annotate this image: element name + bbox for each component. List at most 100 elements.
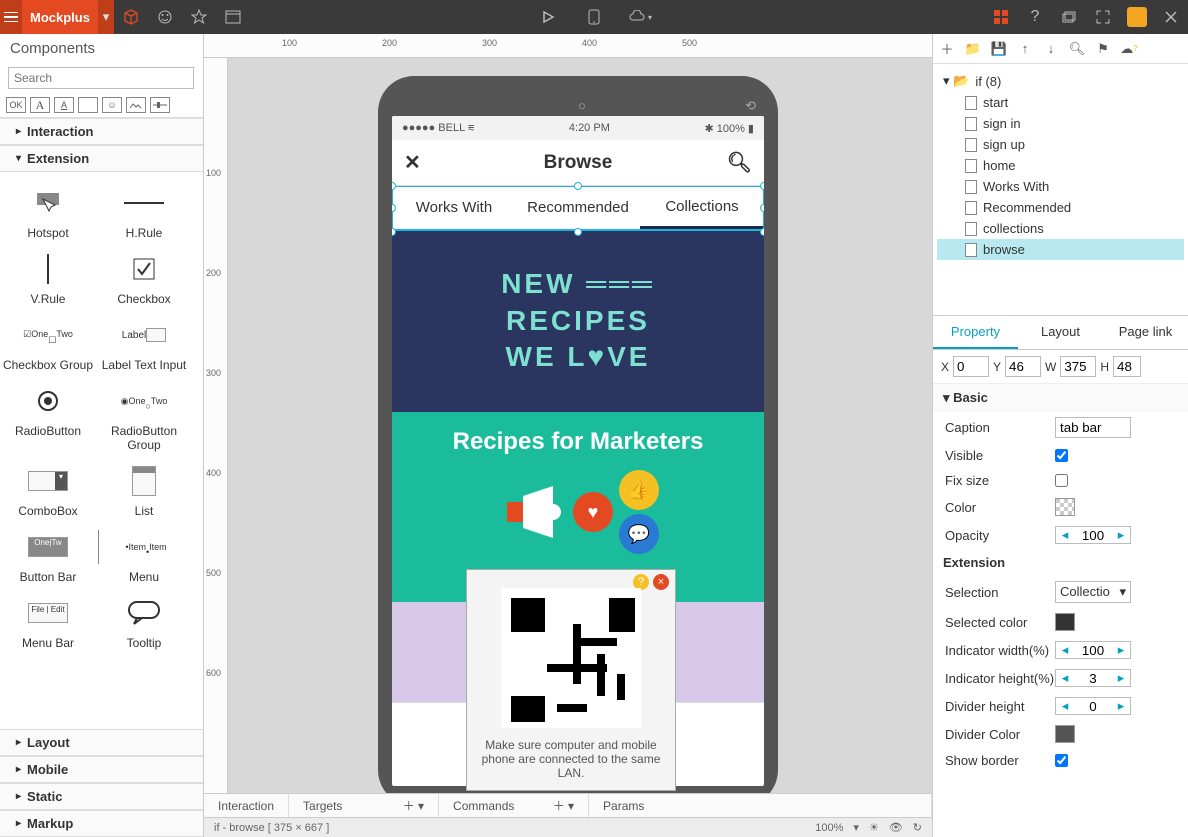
fullscreen-icon[interactable] (1086, 0, 1120, 34)
indicator-width-stepper[interactable]: ◂▸ (1055, 641, 1131, 659)
btm-commands[interactable]: Commands＋ ▾ (439, 794, 589, 817)
tab-property[interactable]: Property (933, 316, 1018, 349)
selection-handle[interactable] (760, 182, 764, 190)
indicator-height-stepper[interactable]: ◂▸ (1055, 669, 1131, 687)
comp-hotspot[interactable]: Hotspot (0, 180, 96, 246)
window-icon[interactable] (216, 0, 250, 34)
reset-icon[interactable]: ↻ (913, 821, 922, 834)
selection-handle[interactable] (760, 204, 764, 212)
device-icon[interactable] (577, 0, 611, 34)
divcolor-swatch[interactable] (1055, 725, 1075, 743)
coord-x[interactable] (953, 356, 989, 377)
comp-checkbox-group[interactable]: ☑ One☐ TwoCheckbox Group (0, 312, 96, 378)
btm-interaction[interactable]: Interaction (204, 794, 289, 817)
btm-params[interactable]: Params (589, 794, 932, 817)
section-extension[interactable]: Extension (933, 549, 1188, 576)
slider-box-icon[interactable] (150, 97, 170, 113)
comp-list[interactable]: List (96, 458, 192, 524)
cat-markup[interactable]: Markup (0, 810, 203, 837)
btm-targets[interactable]: Targets＋ ▾ (289, 794, 439, 817)
ruler-vertical[interactable]: 100200300400500600 (204, 58, 228, 793)
color-swatch[interactable] (1055, 498, 1075, 516)
comp-tooltip[interactable]: Tooltip (96, 590, 192, 656)
down-icon[interactable]: ↓ (1043, 41, 1059, 57)
tree-page-workswith[interactable]: Works With (937, 176, 1184, 197)
image-box-icon[interactable] (126, 97, 146, 113)
close-x-icon[interactable]: ✕ (404, 150, 421, 175)
visible-checkbox[interactable] (1055, 449, 1068, 462)
flag-icon[interactable]: ⚑ (1095, 41, 1111, 57)
underline-a-icon[interactable]: A (54, 97, 74, 113)
search-input[interactable] (8, 67, 194, 89)
comp-combobox[interactable]: ▾ComboBox (0, 458, 96, 524)
qr-close-icon[interactable]: × (653, 574, 669, 590)
coord-w[interactable] (1060, 356, 1096, 377)
cloud-icon[interactable]: ▾ (623, 0, 657, 34)
close-icon[interactable] (1154, 0, 1188, 34)
add-page-icon[interactable]: ＋ (939, 41, 955, 57)
comp-checkbox[interactable]: Checkbox (96, 246, 192, 312)
rect-icon[interactable] (78, 97, 98, 113)
grid-icon[interactable] (984, 0, 1018, 34)
comp-radiobutton-group[interactable]: ◉ One○ TwoRadioButton Group (96, 378, 192, 458)
fixsize-checkbox[interactable] (1055, 474, 1068, 487)
cloud-sync-icon[interactable]: ☁? (1121, 41, 1137, 57)
tab-recommended[interactable]: Recommended (516, 186, 640, 229)
zoom-value[interactable]: 100% (815, 822, 843, 834)
ok-badge-icon[interactable]: OK (6, 97, 26, 113)
text-a-icon[interactable]: A (30, 97, 50, 113)
eye-icon[interactable]: 👁 (889, 821, 903, 834)
cat-mobile[interactable]: Mobile (0, 756, 203, 783)
tab-layout[interactable]: Layout (1018, 316, 1103, 349)
rotate-icon[interactable]: ⟲ (745, 98, 756, 114)
coord-h[interactable] (1113, 356, 1141, 377)
gift-icon[interactable] (1120, 0, 1154, 34)
tree-page-home[interactable]: home (937, 155, 1184, 176)
comp-vrule[interactable]: V.Rule (0, 246, 96, 312)
tree-page-signin[interactable]: sign in (937, 113, 1184, 134)
restore-icon[interactable] (1052, 0, 1086, 34)
search-icon[interactable]: 🔍︎ (727, 150, 752, 175)
tab-works-with[interactable]: Works With (392, 186, 516, 229)
folder-icon[interactable]: 📁 (965, 41, 981, 57)
save-icon[interactable]: 💾 (991, 41, 1007, 57)
brightness-icon[interactable]: ☀ (869, 821, 879, 834)
hamburger-icon[interactable] (0, 0, 22, 34)
comp-menu-bar[interactable]: File | EditMenu Bar (0, 590, 96, 656)
play-icon[interactable] (531, 0, 565, 34)
up-icon[interactable]: ↑ (1017, 41, 1033, 57)
opacity-stepper[interactable]: ◂▸ (1055, 526, 1131, 544)
comp-button-bar[interactable]: One|TwButton Bar (0, 524, 96, 590)
comp-radiobutton[interactable]: RadioButton (0, 378, 96, 458)
caption-input[interactable] (1055, 417, 1131, 438)
selcolor-swatch[interactable] (1055, 613, 1075, 631)
tree-page-browse[interactable]: browse (937, 239, 1184, 260)
selection-handle[interactable] (760, 228, 764, 236)
cat-extension[interactable]: Extension (0, 145, 203, 172)
selection-dropdown[interactable]: Collectio▾ (1055, 581, 1131, 603)
comp-hrule[interactable]: H.Rule (96, 180, 192, 246)
hero-new-recipes[interactable]: NEW ═══RECIPESWE L♥VE (392, 230, 764, 412)
coord-y[interactable] (1005, 356, 1041, 377)
cat-interaction[interactable]: Interaction (0, 118, 203, 145)
tab-pagelink[interactable]: Page link (1103, 316, 1188, 349)
cube-icon[interactable] (114, 0, 148, 34)
tree-page-recommended[interactable]: Recommended (937, 197, 1184, 218)
smile-icon[interactable] (148, 0, 182, 34)
tab-collections[interactable]: Collections (640, 186, 764, 229)
tree-page-signup[interactable]: sign up (937, 134, 1184, 155)
divider-height-stepper[interactable]: ◂▸ (1055, 697, 1131, 715)
selection-handle[interactable] (574, 182, 582, 190)
selection-handle[interactable] (574, 228, 582, 236)
brand-dropdown[interactable]: ▾ (98, 0, 114, 34)
smile-box-icon[interactable]: ☺ (102, 97, 122, 113)
tab-bar-component[interactable]: Works With Recommended Collections (392, 186, 764, 230)
tree-page-start[interactable]: start (937, 92, 1184, 113)
tree-root[interactable]: ▾ 📂 if (8) (937, 70, 1184, 92)
help-icon[interactable]: ? (1018, 0, 1052, 34)
comp-menu[interactable]: • Item• ItemMenu (96, 524, 192, 590)
star-icon[interactable] (182, 0, 216, 34)
cat-static[interactable]: Static (0, 783, 203, 810)
section-basic[interactable]: ▾ Basic (933, 384, 1188, 412)
showborder-checkbox[interactable] (1055, 754, 1068, 767)
